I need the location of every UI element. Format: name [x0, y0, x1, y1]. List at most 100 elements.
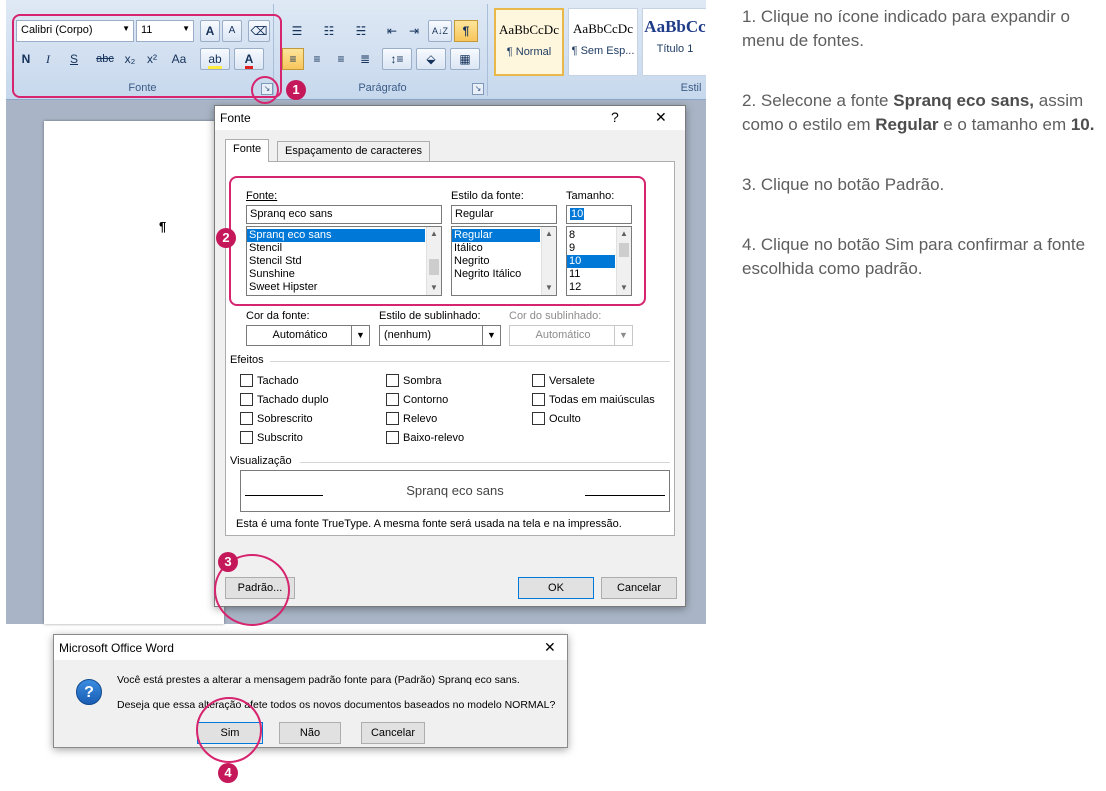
cancel-button[interactable]: Cancelar — [601, 577, 677, 599]
align-left-button[interactable]: ≡ — [282, 48, 304, 70]
underline-color-value: Automático — [535, 329, 591, 341]
change-case-button[interactable]: Aa — [164, 48, 194, 70]
font-size-list[interactable]: 8 9 10 11 12 ▲ ▼ — [566, 226, 632, 296]
checkbox-box[interactable] — [386, 374, 399, 387]
multilevel-list-button[interactable]: ☵ — [346, 20, 376, 42]
style-no-spacing[interactable]: AaBbCcDc ¶ Sem Esp... — [568, 8, 638, 76]
grow-font-button[interactable]: A — [200, 20, 220, 42]
list-item[interactable]: Sunshine — [247, 268, 441, 281]
default-button[interactable]: Padrão... — [225, 577, 295, 599]
no-button[interactable]: Não — [279, 722, 341, 744]
font-color-button[interactable]: A — [234, 48, 264, 70]
instruction-step-2: 2. Selecone a fonte Spranq eco sans, ass… — [742, 89, 1102, 137]
bullets-icon: ☰ — [291, 24, 303, 38]
help-button[interactable]: ? — [611, 109, 619, 125]
checkbox-box[interactable] — [386, 412, 399, 425]
font-name-input[interactable]: Spranq eco sans — [246, 205, 442, 224]
emboss-checkbox[interactable]: Relevo — [386, 412, 437, 425]
scroll-down-icon[interactable]: ▼ — [542, 281, 556, 295]
strikethrough-checkbox[interactable]: Tachado — [240, 374, 299, 387]
scroll-up-icon[interactable]: ▲ — [427, 227, 441, 241]
superscript-button[interactable]: x² — [142, 48, 162, 70]
list-item[interactable]: 10 — [567, 255, 615, 268]
checkbox-box[interactable] — [240, 412, 253, 425]
step2-font-name: Spranq eco sans, — [893, 91, 1035, 110]
checkbox-box[interactable] — [532, 393, 545, 406]
align-right-button[interactable]: ≡ — [330, 48, 352, 70]
scroll-down-icon[interactable]: ▼ — [617, 281, 631, 295]
underline-style-select[interactable]: (nenhum) ▼ — [379, 325, 501, 346]
list-item[interactable]: Regular — [452, 229, 540, 242]
font-size-input[interactable]: 10 — [566, 205, 632, 224]
font-name-combo[interactable]: Calibri (Corpo) ▼ — [16, 20, 134, 42]
document-page[interactable] — [44, 121, 224, 624]
checkbox-box[interactable] — [532, 374, 545, 387]
bullets-button[interactable]: ☰ — [282, 20, 312, 42]
double-strikethrough-checkbox[interactable]: Tachado duplo — [240, 393, 329, 406]
show-formatting-button[interactable]: ¶ — [454, 20, 478, 42]
font-name-list[interactable]: Spranq eco sans Stencil Stencil Std Suns… — [246, 226, 442, 296]
font-size-value: 10 — [570, 208, 585, 220]
scroll-down-icon[interactable]: ▼ — [427, 281, 441, 295]
increase-indent-button[interactable]: ⇥ — [404, 20, 424, 42]
yes-button[interactable]: Sim — [197, 722, 263, 744]
close-button[interactable]: ✕ — [544, 639, 556, 656]
checkbox-box[interactable] — [240, 431, 253, 444]
scroll-thumb[interactable] — [429, 259, 439, 275]
checkbox-box[interactable] — [240, 374, 253, 387]
highlight-button[interactable]: ab — [200, 48, 230, 70]
ok-button[interactable]: OK — [518, 577, 594, 599]
clear-formatting-button[interactable]: ⌫ — [248, 20, 270, 42]
list-item[interactable]: Stencil — [247, 242, 441, 255]
checkbox-box[interactable] — [386, 431, 399, 444]
scroll-up-icon[interactable]: ▲ — [542, 227, 556, 241]
all-caps-checkbox[interactable]: Todas em maiúsculas — [532, 393, 655, 406]
strikethrough-button[interactable]: abc — [92, 48, 118, 70]
underline-button[interactable]: S — [60, 48, 88, 70]
scroll-thumb[interactable] — [619, 243, 629, 257]
shadow-checkbox[interactable]: Sombra — [386, 374, 442, 387]
checkbox-label: Oculto — [549, 412, 581, 425]
cancel-button[interactable]: Cancelar — [361, 722, 425, 744]
borders-button[interactable]: ▦ — [450, 48, 480, 70]
list-item[interactable]: Stencil Std — [247, 255, 441, 268]
justify-button[interactable]: ≣ — [354, 48, 376, 70]
align-center-button[interactable]: ≡ — [306, 48, 328, 70]
superscript-checkbox[interactable]: Sobrescrito — [240, 412, 313, 425]
list-item[interactable]: Spranq eco sans — [247, 229, 425, 242]
subscript-button[interactable]: x₂ — [120, 48, 140, 70]
list-item[interactable]: Sweet Hipster — [247, 281, 441, 294]
style-heading-1[interactable]: AaBbCc Título 1 — [642, 8, 706, 76]
bold-button[interactable]: N — [16, 48, 36, 70]
style-normal[interactable]: AaBbCcDc ¶ Normal — [494, 8, 564, 76]
subscript-checkbox[interactable]: Subscrito — [240, 431, 303, 444]
style-name: ¶ Sem Esp... — [571, 45, 635, 57]
decrease-indent-button[interactable]: ⇤ — [382, 20, 402, 42]
font-style-input[interactable]: Regular — [451, 205, 557, 224]
shrink-font-button[interactable]: A — [222, 20, 242, 42]
line-spacing-button[interactable]: ↕≡ — [382, 48, 412, 70]
outline-checkbox[interactable]: Contorno — [386, 393, 448, 406]
tab-character-spacing[interactable]: Espaçamento de caracteres — [277, 141, 430, 161]
italic-button[interactable]: I — [38, 48, 58, 70]
font-dialog-launcher-icon[interactable]: ↘ — [261, 83, 273, 95]
scroll-up-icon[interactable]: ▲ — [617, 227, 631, 241]
checkbox-box[interactable] — [386, 393, 399, 406]
checkbox-box[interactable] — [532, 412, 545, 425]
checkbox-box[interactable] — [240, 393, 253, 406]
numbering-button[interactable]: ☷ — [314, 20, 344, 42]
sort-button[interactable]: A↓Z — [428, 20, 452, 42]
hidden-checkbox[interactable]: Oculto — [532, 412, 581, 425]
font-color-select[interactable]: Automático ▼ — [246, 325, 370, 346]
shading-button[interactable]: ⬙ — [416, 48, 446, 70]
tab-font[interactable]: Fonte — [225, 139, 270, 162]
engrave-checkbox[interactable]: Baixo-relevo — [386, 431, 464, 444]
small-caps-checkbox[interactable]: Versalete — [532, 374, 595, 387]
style-list-scrollbar[interactable]: ▲ ▼ — [541, 227, 556, 295]
size-list-scrollbar[interactable]: ▲ ▼ — [616, 227, 631, 295]
font-list-scrollbar[interactable]: ▲ ▼ — [426, 227, 441, 295]
close-button[interactable]: ✕ — [655, 109, 667, 126]
font-style-list[interactable]: Regular Itálico Negrito Negrito Itálico … — [451, 226, 557, 296]
paragraph-dialog-launcher-icon[interactable]: ↘ — [472, 83, 484, 95]
font-size-combo[interactable]: 11 ▼ — [136, 20, 194, 42]
